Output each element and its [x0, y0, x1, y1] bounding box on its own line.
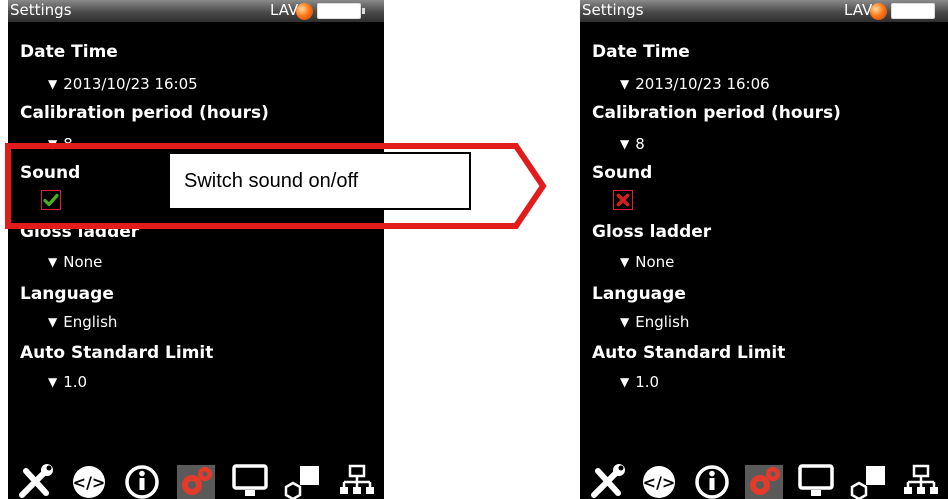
- callout-label: Switch sound on/off: [168, 152, 471, 210]
- callout-arrow-icon: [5, 143, 547, 229]
